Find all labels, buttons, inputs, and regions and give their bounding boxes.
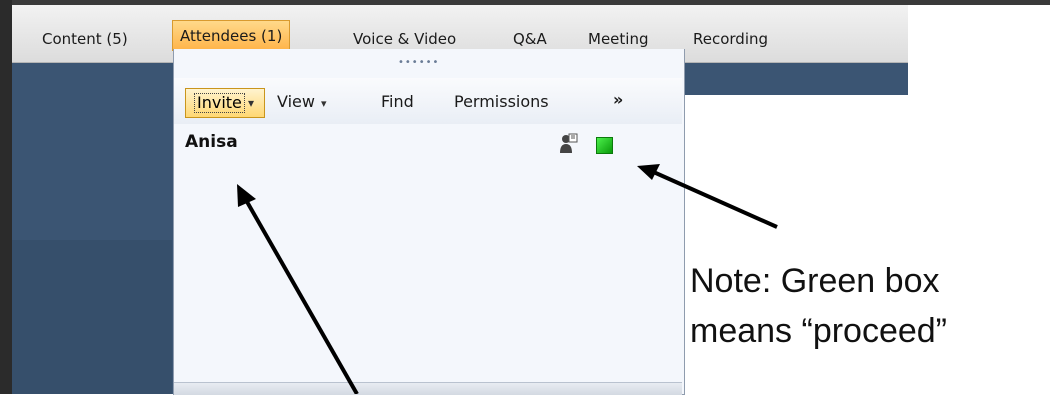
arrow-to-green-box <box>648 168 778 229</box>
arrow-to-attendee <box>244 199 359 394</box>
note-line-2: means “proceed” <box>690 312 948 350</box>
note-line-1: Note: Green box <box>690 262 940 300</box>
